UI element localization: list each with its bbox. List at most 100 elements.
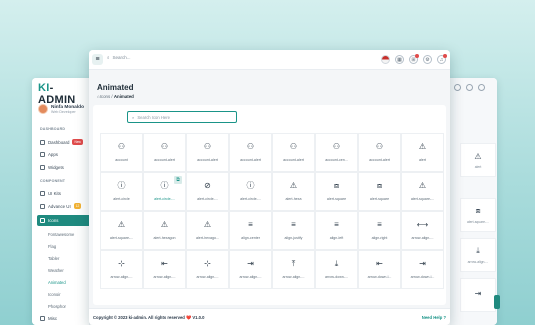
user-profile[interactable]: Ninfa Monaldo Web Developer [38, 104, 84, 114]
cart-icon[interactable] [454, 84, 461, 91]
settings-icon[interactable]: ⚙ [423, 55, 432, 64]
notification-dot [443, 54, 447, 58]
animated-icon: ⚠ [160, 220, 169, 229]
icon-tile[interactable]: ⊘ alert-circle-... [186, 172, 229, 211]
icon-tile[interactable]: ⟷ arrow-align-... [401, 211, 444, 250]
arrow-align-icon: ⤓ [476, 246, 480, 255]
breadcrumb-parent[interactable]: Icons [100, 94, 111, 99]
copy-icon[interactable]: ⧉ [174, 176, 182, 184]
icon-tile[interactable]: ⓘ alert-circle-... ⧉ [143, 172, 186, 211]
arrow-right-bar-icon: ⇥ [474, 288, 482, 298]
sidebar-item-label: Advance UI [48, 203, 71, 209]
icon-tile[interactable]: ≡ align-center [229, 211, 272, 250]
sidebar-item-misc[interactable]: Misc [40, 316, 57, 321]
icon-tile[interactable]: ⚠ alert [401, 133, 444, 172]
icon-tile[interactable]: ≡ align-right [358, 211, 401, 250]
customizer-toggle[interactable] [494, 295, 500, 309]
submenu-flag[interactable]: Flag [48, 244, 56, 249]
icon-tile-label: arrow-down-l... [410, 275, 435, 279]
icon-search-input[interactable]: ⌕ Search Icon Here [127, 111, 237, 123]
cart-icon[interactable]: ⊞ [409, 54, 419, 64]
icon-tile-label: alert [419, 158, 426, 162]
icon-tile[interactable]: ⚠ alert-square-... [401, 172, 444, 211]
icon-card-label: alert-square-... [466, 220, 490, 224]
icon-tile-label: alert-square-... [410, 197, 435, 201]
icon-tile[interactable]: ⇤ arrow-align-... [143, 250, 186, 289]
icon-tile[interactable]: ⚇ account-alert [272, 133, 315, 172]
sidebar-item-apps[interactable]: Apps [40, 152, 58, 157]
need-help-link[interactable]: Need Help ? [422, 315, 446, 320]
animated-icon: ⇤ [161, 259, 168, 268]
animated-icon: ⤒ [291, 259, 296, 268]
background-icon-card[interactable]: ⤓ arrow-align-... [460, 238, 496, 272]
icon-tile[interactable]: ⤓ arrow-down-... [315, 250, 358, 289]
icon-tile[interactable]: ⊹ arrow-align-... [186, 250, 229, 289]
icon-tile[interactable]: ⇥ arrow-down-l... [401, 250, 444, 289]
icon-tile-label: account-alert [283, 158, 304, 162]
icon-tile[interactable]: ⓘ alert-circle [100, 172, 143, 211]
background-toolbar-icons [454, 84, 485, 91]
icon-tile[interactable]: ⚠ alert-hexagon [143, 211, 186, 250]
submenu-weather[interactable]: Weather [48, 268, 64, 273]
advance-ui-icon [40, 203, 45, 209]
global-search[interactable]: ⌕ Search... [107, 55, 131, 60]
icon-tile-label: account-cen... [325, 158, 348, 162]
language-flag-icon[interactable] [381, 55, 390, 64]
icon-tile[interactable]: ⚇ account-alert [229, 133, 272, 172]
sidebar-item-widgets[interactable]: Widgets [40, 165, 64, 170]
icon-tile[interactable]: ⚠ alert-square-... [100, 211, 143, 250]
icon-tile[interactable]: ⊹ arrow-align-... [100, 250, 143, 289]
sidebar-item-advance-ui[interactable]: Advance UI 12 [40, 203, 82, 209]
app-logo[interactable]: KI-ADMIN [38, 82, 89, 106]
icon-tile-label: arrow-down-... [325, 275, 348, 279]
animated-icon: ⓘ [117, 181, 126, 190]
icon-tile[interactable]: ⚇ account-alert [143, 133, 186, 172]
icon-tile[interactable]: ⧈ alert-square [358, 172, 401, 211]
sidebar-item-icons[interactable]: Icons [37, 215, 91, 226]
icon-tile-label: alert-circle [113, 197, 130, 201]
top-bar-actions: ▦ ⊞ ⚙ ♫ [381, 54, 447, 64]
bell-icon[interactable]: ♫ [437, 54, 447, 64]
animated-icon: ⊘ [204, 181, 211, 190]
icon-search-placeholder: Search Icon Here [137, 114, 170, 120]
animated-icon: ⊹ [118, 259, 125, 268]
background-icon-card[interactable]: ⚠ alert [460, 143, 496, 177]
icon-tile[interactable]: ≡ align-justify [272, 211, 315, 250]
icon-tile[interactable]: ⚠ alert-hexa [272, 172, 315, 211]
icon-tile-label: account-alert [197, 158, 218, 162]
icon-tile[interactable]: ⤒ arrow-align-... [272, 250, 315, 289]
bell-icon[interactable] [478, 84, 485, 91]
home-icon [40, 139, 45, 145]
icon-card-label: alert [474, 164, 482, 169]
submenu-tabler[interactable]: Tabler [48, 256, 59, 261]
icon-tile[interactable]: ⓘ alert-circle-... [229, 172, 272, 211]
sidebar-item-dashboard[interactable]: Dashboard New [40, 139, 83, 145]
icon-tile[interactable]: ⚇ account-alert [358, 133, 401, 172]
icon-tile[interactable]: ⚠ alert-hexago... [186, 211, 229, 250]
icon-tile[interactable]: ⧈ alert-square [315, 172, 358, 211]
icon-tile[interactable]: ⚇ account [100, 133, 143, 172]
alert-square-icon: ⧈ [475, 206, 481, 215]
submenu-iconoir[interactable]: Iconoir [48, 292, 61, 297]
icon-tile[interactable]: ⇥ arrow-align-... [229, 250, 272, 289]
background-icon-card[interactable]: ⇥ [460, 278, 496, 312]
animated-icon: ⓘ [246, 181, 255, 190]
submenu-fontawesome[interactable]: Fontawesome [48, 232, 74, 237]
icon-tile[interactable]: ≡ align-left [315, 211, 358, 250]
animated-icon: ⚠ [203, 220, 212, 229]
submenu-phosphor[interactable]: Phosphor [48, 304, 66, 309]
animated-icon: ⚇ [332, 142, 341, 151]
menu-toggle-button[interactable]: ≡ [92, 54, 103, 65]
grid-icon[interactable] [466, 84, 473, 91]
icon-tile-label: arrow-align-... [196, 275, 219, 279]
profile-role: Web Developer [51, 109, 76, 114]
sidebar-item-ui-kits[interactable]: UI Kits [40, 191, 61, 196]
submenu-animated[interactable]: Animated [48, 280, 66, 285]
background-icon-card[interactable]: ⧈ alert-square-... [460, 198, 496, 232]
profile-name: Ninfa Monaldo [51, 104, 85, 110]
icon-tile[interactable]: ⚇ account-cen... [315, 133, 358, 172]
apps-grid-icon[interactable]: ▦ [395, 55, 404, 64]
icon-tile[interactable]: ⚇ account-alert [186, 133, 229, 172]
animated-icon: ⇥ [247, 259, 254, 268]
icon-tile[interactable]: ⇤ arrow-down-l... [358, 250, 401, 289]
